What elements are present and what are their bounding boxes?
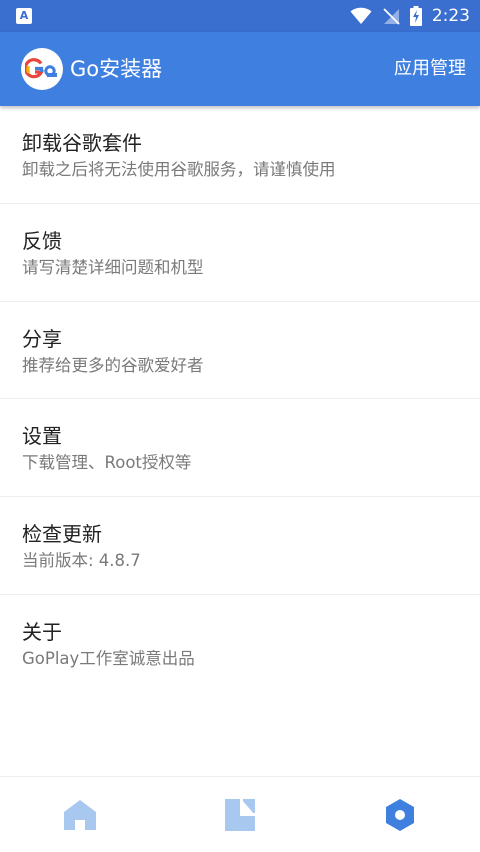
menu-item-title: 设置 [22, 424, 62, 449]
menu-item-settings[interactable]: 设置 下载管理、Root授权等 [0, 399, 480, 498]
status-time: 2:23 [431, 6, 470, 26]
menu-item-about[interactable]: 关于 GoPlay工作室诚意出品 [0, 595, 480, 693]
bottom-navigation [0, 776, 480, 852]
battery-charging-icon [409, 6, 422, 26]
home-icon [64, 800, 96, 830]
menu-item-subtitle: 当前版本: 4.8.7 [22, 551, 141, 571]
settings-hexagon-icon [386, 799, 414, 831]
nav-home-button[interactable] [62, 797, 98, 833]
menu-item-subtitle: 推荐给更多的谷歌爱好者 [22, 355, 204, 375]
menu-item-title: 分享 [22, 326, 62, 351]
menu-item-title: 检查更新 [22, 522, 102, 547]
menu-item-feedback[interactable]: 反馈 请写清楚详细问题和机型 [0, 204, 480, 302]
status-bar: A 2:23 [0, 0, 480, 32]
apps-icon [225, 799, 255, 831]
menu-item-share[interactable]: 分享 推荐给更多的谷歌爱好者 [0, 302, 480, 400]
menu-item-title: 反馈 [22, 228, 62, 253]
menu-item-check-update[interactable]: 检查更新 当前版本: 4.8.7 [0, 497, 480, 595]
status-icons: 2:23 [350, 0, 470, 32]
menu-item-uninstall-google-suite[interactable]: 卸载谷歌套件 卸载之后将无法使用谷歌服务，请谨慎使用 [0, 106, 480, 204]
menu-item-subtitle: 卸载之后将无法使用谷歌服务，请谨慎使用 [22, 160, 336, 179]
app-title: Go安装器 [70, 57, 163, 81]
wifi-icon [350, 7, 372, 24]
menu-item-title: 关于 [22, 619, 62, 644]
app-bar: Go安装器 应用管理 [0, 32, 480, 106]
go-logo-icon [21, 48, 63, 90]
menu-item-subtitle: 请写清楚详细问题和机型 [22, 257, 204, 277]
no-signal-icon [383, 8, 400, 25]
nav-settings-button[interactable] [382, 797, 418, 833]
menu-item-subtitle: GoPlay工作室诚意出品 [22, 648, 195, 668]
menu-item-title: 卸载谷歌套件 [22, 131, 142, 155]
app-management-button[interactable]: 应用管理 [394, 56, 466, 82]
settings-menu-list: 卸载谷歌套件 卸载之后将无法使用谷歌服务，请谨慎使用 反馈 请写清楚详细问题和机… [0, 106, 480, 693]
menu-item-subtitle: 下载管理、Root授权等 [22, 453, 192, 473]
nav-apps-button[interactable] [222, 797, 258, 833]
notification-badge-icon: A [16, 8, 32, 24]
